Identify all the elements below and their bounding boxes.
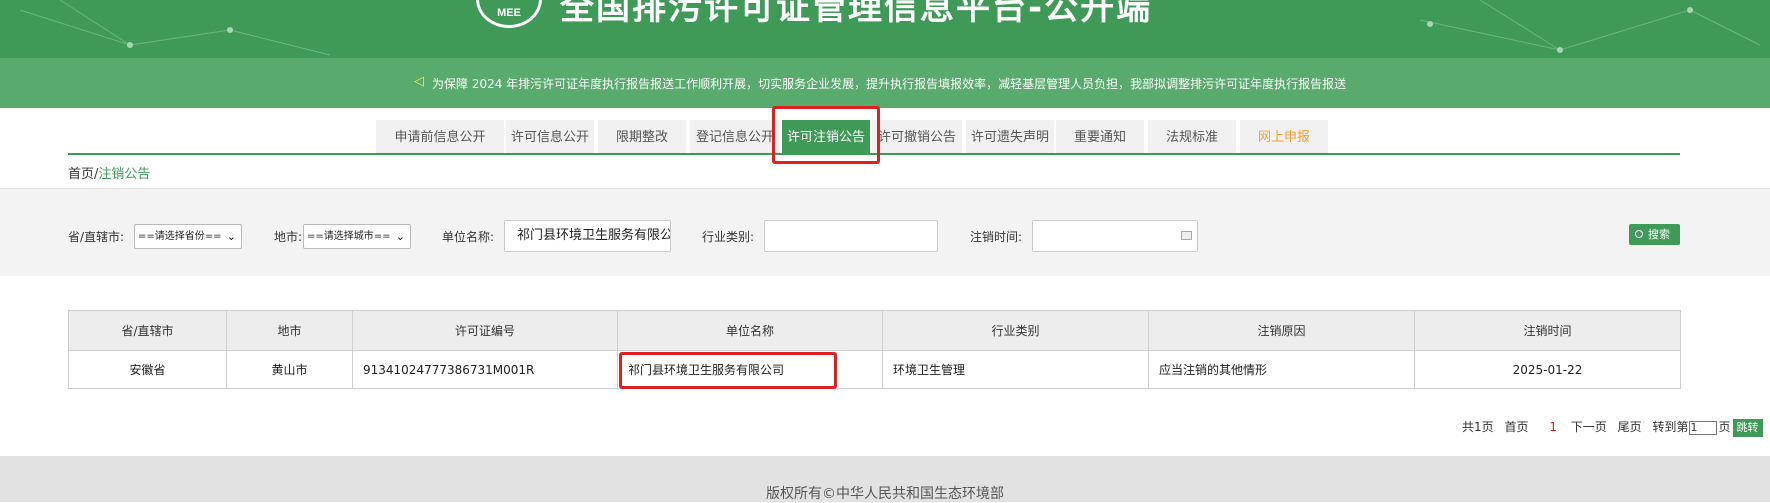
nav-item-permit-info[interactable]: 许可信息公开: [506, 120, 594, 154]
cancel-date-label: 注销时间:: [970, 230, 1023, 244]
industry-input[interactable]: [764, 220, 938, 252]
logo-text: MEE: [497, 7, 521, 19]
province-select[interactable]: ==请选择省份== ⌄: [134, 224, 242, 249]
pagination: 共1页 首页 1 下一页 尾页 转到第 1 页跳转: [1462, 418, 1770, 437]
column-header-city: 地市: [226, 310, 353, 351]
chevron-down-icon: ⌄: [395, 230, 405, 243]
pager-current-page: 1: [1549, 420, 1557, 434]
cell-cancel-date: 2025-01-22: [1414, 350, 1681, 389]
pager-first[interactable]: 首页: [1504, 418, 1528, 436]
filter-bar: 省/直辖市: ==请选择省份== ⌄ 地市: ==请选择城市== ⌄ 单位名称:…: [0, 188, 1770, 276]
search-button[interactable]: 搜索: [1629, 224, 1680, 245]
city-select-value: ==请选择城市==: [307, 231, 391, 242]
column-header-province: 省/直辖市: [68, 310, 227, 351]
results-table: 省/直辖市 地市 许可证编号 单位名称 行业类别 注销原因 注销时间 安徽省 黄…: [68, 310, 1681, 389]
nav-item-registration-info[interactable]: 登记信息公开: [690, 120, 780, 154]
pager-last[interactable]: 尾页: [1618, 418, 1642, 436]
nav-item-pre-application[interactable]: 申请前信息公开: [376, 120, 504, 154]
column-header-permit-number: 许可证编号: [352, 310, 618, 351]
pager-goto-prefix: 转到第: [1652, 420, 1689, 434]
speaker-icon: ◁: [414, 74, 424, 89]
search-icon: [1635, 230, 1643, 238]
search-button-label: 搜索: [1648, 228, 1670, 241]
chevron-down-icon: ⌄: [226, 230, 236, 243]
header-banner: MEE 全国排污许可证管理信息平台-公开端: [0, 0, 1770, 58]
calendar-icon[interactable]: [1181, 231, 1192, 240]
pager-goto-suffix: 页: [1718, 420, 1731, 434]
column-header-cancel-date: 注销时间: [1414, 310, 1681, 351]
highlight-box-unit-name: [619, 352, 837, 389]
nav-item-important-notice[interactable]: 重要通知: [1056, 120, 1144, 154]
unit-name-input[interactable]: 祁门县环境卫生服务有限公司: [504, 220, 671, 252]
column-header-cancel-reason: 注销原因: [1148, 310, 1415, 351]
cell-cancel-reason: 应当注销的其他情形: [1148, 350, 1415, 389]
city-select[interactable]: ==请选择城市== ⌄: [303, 224, 411, 249]
nav-item-regulations[interactable]: 法规标准: [1148, 120, 1236, 154]
notice-bar: ◁ 为保障 2024 年排污许可证年度执行报告报送工作顺利开展，切实服务企业发展…: [0, 58, 1770, 108]
cell-province: 安徽省: [68, 350, 227, 389]
breadcrumb-current: 注销公告: [98, 167, 151, 182]
footer: 版权所有©中华人民共和国生态环境部: [0, 456, 1770, 502]
pager-next[interactable]: 下一页: [1571, 418, 1607, 436]
province-select-value: ==请选择省份==: [138, 231, 222, 242]
cancel-date-input[interactable]: [1032, 220, 1198, 252]
nav-item-rectification[interactable]: 限期整改: [598, 120, 686, 154]
cell-permit-number-link[interactable]: 91341024777386731M001R: [352, 350, 618, 389]
footer-copyright: 版权所有©中华人民共和国生态环境部: [766, 486, 1004, 502]
table-header-row: 省/直辖市 地市 许可证编号 单位名称 行业类别 注销原因 注销时间: [68, 310, 1681, 351]
unit-name-label: 单位名称:: [442, 230, 495, 244]
nav-item-online-application[interactable]: 网上申报: [1240, 120, 1328, 154]
city-label: 地市:: [274, 230, 303, 244]
site-title: 全国排污许可证管理信息平台-公开端: [560, 0, 1153, 28]
pager-total: 共1页: [1462, 420, 1494, 434]
cell-city: 黄山市: [226, 350, 353, 389]
nav-item-loss-statement[interactable]: 许可遗失声明: [966, 120, 1054, 154]
breadcrumb-home[interactable]: 首页: [68, 167, 94, 182]
pager-goto-input[interactable]: 1: [1689, 420, 1718, 435]
province-label: 省/直辖市:: [68, 230, 125, 244]
column-header-unit-name: 单位名称: [617, 310, 883, 351]
notice-text[interactable]: 为保障 2024 年排污许可证年度执行报告报送工作顺利开展，切实服务企业发展，提…: [432, 75, 1432, 93]
column-header-industry: 行业类别: [882, 310, 1149, 351]
main-nav: 申请前信息公开 许可信息公开 限期整改 登记信息公开 许可注销公告 许可撤销公告…: [0, 120, 1770, 154]
table-row: 安徽省 黄山市 91341024777386731M001R 祁门县环境卫生服务…: [68, 350, 1681, 389]
breadcrumb: 首页/注销公告: [68, 163, 150, 182]
highlight-box-nav: [772, 106, 880, 164]
industry-label: 行业类别:: [702, 230, 755, 244]
nav-item-revocation-notice[interactable]: 许可撤销公告: [872, 120, 962, 154]
pager-go-button[interactable]: 跳转: [1732, 419, 1763, 437]
cell-industry: 环境卫生管理: [882, 350, 1149, 389]
